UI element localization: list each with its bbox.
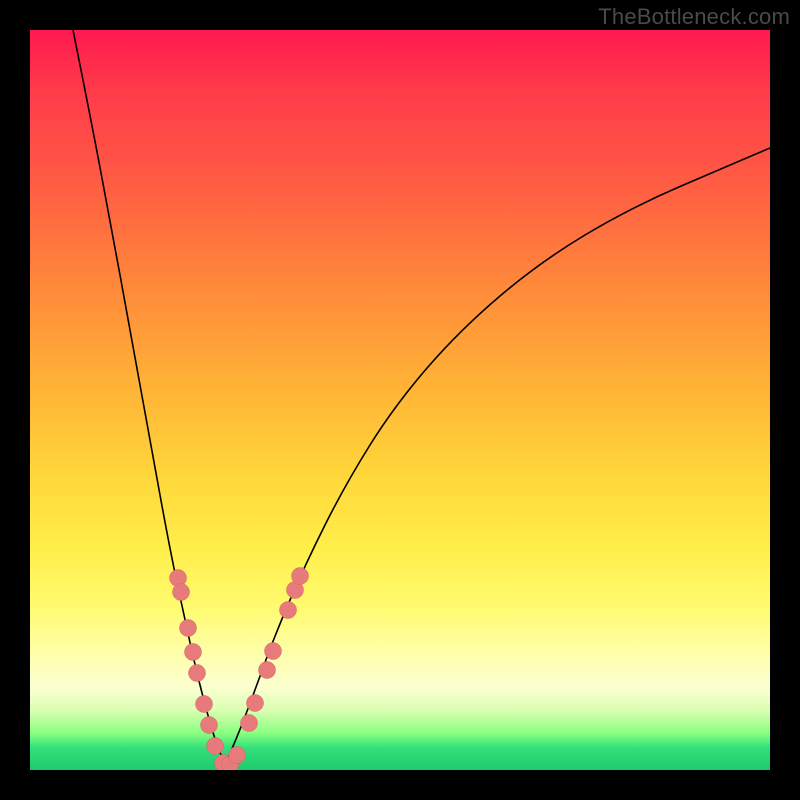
- right-curve: [225, 148, 770, 765]
- data-marker: [189, 665, 206, 682]
- data-marker: [259, 662, 276, 679]
- data-marker: [247, 695, 264, 712]
- chart-frame: TheBottleneck.com: [0, 0, 800, 800]
- data-marker: [280, 602, 297, 619]
- data-marker: [292, 568, 309, 585]
- left-curve: [73, 30, 225, 765]
- data-marker: [207, 738, 224, 755]
- data-marker: [229, 747, 246, 764]
- data-marker: [241, 715, 258, 732]
- data-marker: [196, 696, 213, 713]
- data-marker: [185, 644, 202, 661]
- data-markers: [170, 568, 309, 771]
- curves-layer: [30, 30, 770, 770]
- data-marker: [265, 643, 282, 660]
- data-marker: [201, 717, 218, 734]
- watermark-text: TheBottleneck.com: [598, 4, 790, 30]
- data-marker: [180, 620, 197, 637]
- data-marker: [173, 584, 190, 601]
- plot-area: [30, 30, 770, 770]
